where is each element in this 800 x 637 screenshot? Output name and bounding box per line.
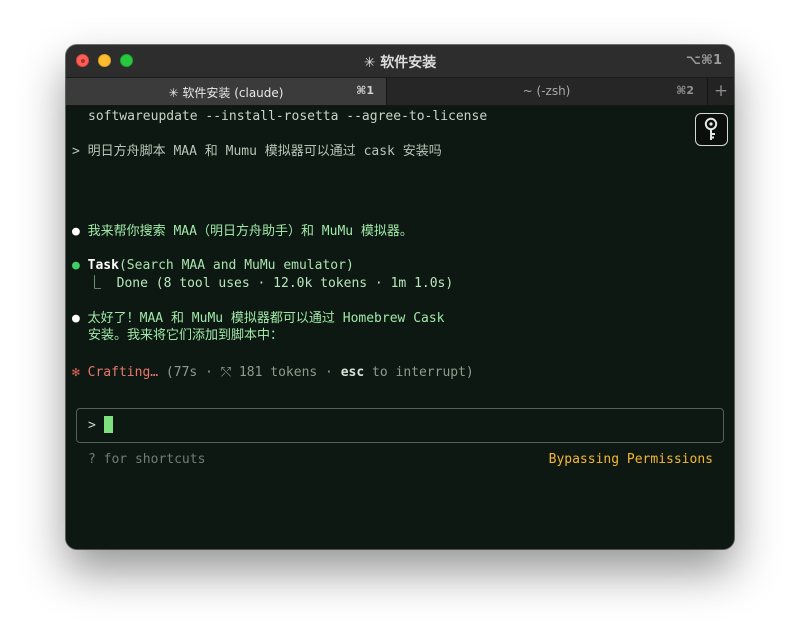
task-name: Task: [87, 258, 119, 273]
window-shortcut: ⌥⌘1: [685, 53, 722, 68]
prompt-char: >: [88, 418, 96, 433]
tab-shortcut: ⌘1: [356, 84, 374, 97]
status-label: Crafting…: [87, 365, 159, 380]
task-bullet: ●: [72, 258, 80, 273]
permission-mode[interactable]: Bypassing Permissions: [549, 451, 713, 468]
tab-label: ✳ 软件安装 (claude): [168, 86, 284, 100]
spinner-icon: ✻: [72, 365, 80, 380]
message-bullet: ●: [72, 224, 80, 239]
assistant-message: ● 太好了！MAA 和 MuMu 模拟器都可以通过 Homebrew Cask: [72, 310, 445, 327]
title-bar[interactable]: ✳ 软件安装 ⌥⌘1: [66, 45, 734, 78]
tab-label: ~ (-zsh): [522, 84, 571, 98]
task-entry: ● Task(Search MAA and MuMu emulator): [72, 257, 354, 274]
tab-zsh[interactable]: ~ (-zsh) ⌘2: [386, 78, 706, 105]
window-title: ✳ 软件安装: [363, 55, 437, 71]
user-message: > 明日方舟脚本 MAA 和 Mumu 模拟器可以通过 cask 安装吗: [72, 144, 442, 159]
prompt-input[interactable]: >: [76, 408, 724, 443]
status-meta: (77s · ⤲ 181 tokens ·: [158, 365, 341, 380]
assistant-message-text-continued: 安装。我来将它们添加到脚本中：: [88, 328, 284, 343]
task-result: ⎿ Done (8 tool uses · 12.0k tokens · 1m …: [88, 276, 454, 291]
message-bullet: ●: [72, 311, 80, 326]
status-line: ✻ Crafting… (77s · ⤲ 181 tokens · esc to…: [72, 364, 474, 381]
previous-command: softwareupdate --install-rosetta --agree…: [88, 109, 488, 124]
key-icon[interactable]: [695, 113, 728, 146]
task-args: (Search MAA and MuMu emulator): [118, 258, 354, 273]
assistant-message-text: 我来帮你搜索 MAA（明日方舟助手）和 MuMu 模拟器。: [87, 224, 413, 239]
shortcuts-hint: ? for shortcuts: [88, 452, 206, 467]
assistant-message-text: 太好了！MAA 和 MuMu 模拟器都可以通过 Homebrew Cask: [87, 311, 445, 326]
key-icon-glyph: [704, 117, 718, 140]
text-cursor: [104, 416, 113, 433]
esc-key-hint: esc: [340, 365, 365, 380]
status-meta-end: to interrupt): [364, 365, 474, 380]
tab-shortcut: ⌘2: [676, 84, 694, 97]
tab-claude[interactable]: ✳ 软件安装 (claude) ⌘1: [66, 78, 386, 105]
terminal-output[interactable]: softwareupdate --install-rosetta --agree…: [66, 106, 734, 549]
terminal-window: ✳ 软件安装 ⌥⌘1 ✳ 软件安装 (claude) ⌘1 ~ (-zsh) ⌘…: [66, 45, 734, 549]
assistant-message: ● 我来帮你搜索 MAA（明日方舟助手）和 MuMu 模拟器。: [72, 223, 413, 240]
new-tab-button[interactable]: +: [707, 78, 734, 105]
tab-bar: ✳ 软件安装 (claude) ⌘1 ~ (-zsh) ⌘2 +: [66, 78, 734, 106]
